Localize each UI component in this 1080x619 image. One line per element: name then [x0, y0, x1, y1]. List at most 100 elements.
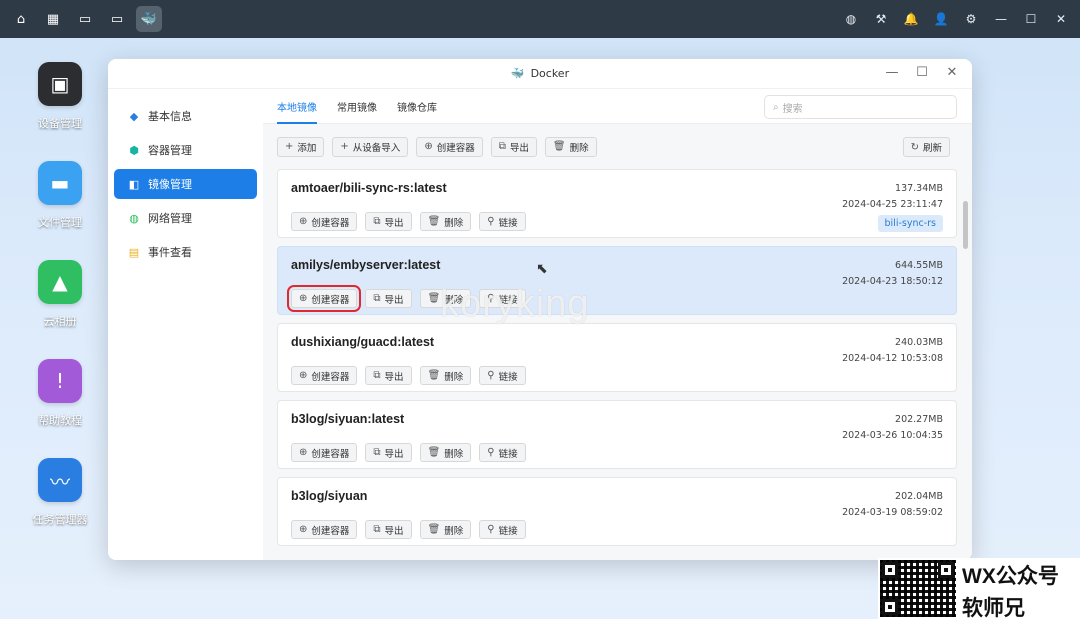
export-button[interactable]: ⧉ 导出 [365, 366, 412, 385]
delete-button[interactable]: 🗑 删除 [419, 520, 472, 539]
minimize-icon[interactable]: — [990, 8, 1012, 30]
export-icon: ⧉ [373, 370, 381, 381]
export-icon: ⧉ [373, 216, 381, 227]
tab-image-registry[interactable]: 镜像仓库 [397, 89, 437, 124]
export-button[interactable]: ⧉ 导出 [365, 443, 412, 462]
apps-grid-icon[interactable]: ▦ [40, 6, 66, 32]
sidebar-item-network[interactable]: ◍ 网络管理 [114, 203, 257, 233]
export-button[interactable]: ⧉ 导出 [365, 289, 412, 308]
image-icon: ◧ [128, 177, 140, 191]
desktop-item-file-manager[interactable]: ▬ 文件管理 [20, 161, 100, 260]
create-container-button[interactable]: ⊕ 创建容器 [286, 285, 362, 312]
trash-icon: 🗑 [427, 293, 441, 304]
add-button[interactable]: + 添加 [277, 136, 325, 157]
list-item[interactable]: amilys/embyserver:latest ⊕ 创建容器 ⧉ 导出 🗑 删除 ⚲… [277, 246, 957, 315]
device-icon: ▣ [38, 62, 82, 106]
create-container-button[interactable]: ⊕ 创建容器 [291, 366, 358, 385]
sidebar-item-label: 事件查看 [148, 246, 192, 259]
desktop-item-device-manager[interactable]: ▣ 设备管理 [20, 62, 100, 161]
maximize-icon[interactable]: ☐ [1020, 8, 1042, 30]
button-label: 导出 [509, 142, 529, 154]
settings-icon[interactable]: ⚙ [960, 8, 982, 30]
button-label: 创建容器 [311, 294, 350, 306]
create-container-button[interactable]: ⊕ 创建容器 [291, 212, 358, 231]
button-label: 从设备导入 [352, 142, 401, 154]
window-maximize-button[interactable]: ☐ [914, 65, 930, 80]
link-button[interactable]: ⚲ 链接 [479, 443, 526, 462]
button-label: 链接 [498, 217, 518, 229]
plus-icon: + [340, 141, 349, 152]
create-container-button[interactable]: ⊕ 创建容器 [416, 136, 483, 157]
link-icon: ⚲ [487, 447, 495, 458]
list-item[interactable]: b3log/siyuan ⊕ 创建容器 ⧉ 导出 🗑 删除 ⚲ 链接 202.04MB … [277, 477, 957, 546]
desktop-label: 帮助教程 [38, 414, 82, 427]
tools-icon[interactable]: ⚒ [870, 8, 892, 30]
delete-button[interactable]: 🗑 删除 [544, 136, 597, 157]
container-tag[interactable]: bili-sync-rs [877, 215, 943, 232]
window-icon[interactable]: ▭ [72, 6, 98, 32]
button-label: 链接 [498, 371, 518, 383]
scrollbar[interactable] [963, 201, 968, 249]
sidebar-item-images[interactable]: ◧ 镜像管理 [114, 169, 257, 199]
bell-icon[interactable]: 🔔 [900, 8, 922, 30]
import-from-device-button[interactable]: + 从设备导入 [332, 136, 409, 157]
window-icon[interactable]: ▭ [104, 6, 130, 32]
create-container-button[interactable]: ⊕ 创建容器 [291, 443, 358, 462]
user-icon[interactable]: 👤 [930, 8, 952, 30]
folder-icon: ▬ [38, 161, 82, 205]
export-button[interactable]: ⧉ 导出 [365, 520, 412, 539]
desktop-label: 设备管理 [38, 117, 82, 130]
docker-icon: ◆ [129, 109, 139, 123]
delete-button[interactable]: 🗑 删除 [419, 366, 472, 385]
image-size: 137.34MB [895, 183, 943, 194]
image-date: 2024-04-25 23:11:47 [842, 199, 943, 210]
sidebar-item-label: 镜像管理 [148, 178, 192, 191]
tab-common-images[interactable]: 常用镜像 [337, 89, 377, 124]
export-button[interactable]: ⧉ 导出 [490, 136, 537, 157]
close-icon[interactable]: ✕ [1050, 8, 1072, 30]
window-title: Docker [530, 67, 570, 80]
refresh-button[interactable]: ↻ 刷新 [902, 137, 950, 157]
sidebar-item-events[interactable]: ▤ 事件查看 [114, 237, 257, 267]
sidebar-item-containers[interactable]: ⬢ 容器管理 [114, 135, 257, 165]
create-container-button[interactable]: ⊕ 创建容器 [291, 520, 358, 539]
button-label: 导出 [384, 294, 404, 306]
sidebar-item-basic-info[interactable]: ◆ 基本信息 [114, 101, 257, 131]
main-panel: 本地镜像 常用镜像 镜像仓库 ⌕ 搜索 + 添加 + 从设备导入 ⊕ 创建容器 ⧉ 导出… [263, 89, 972, 560]
link-button[interactable]: ⚲ 链接 [479, 366, 526, 385]
export-button[interactable]: ⧉ 导出 [365, 212, 412, 231]
list-item[interactable]: dushixiang/guacd:latest ⊕ 创建容器 ⧉ 导出 🗑 删除 ⚲ 链… [277, 323, 957, 392]
search-input[interactable]: ⌕ 搜索 [764, 95, 957, 119]
mouse-cursor-icon: ⬉ [536, 261, 548, 277]
window-titlebar[interactable]: 🐳 Docker — ☐ ✕ [108, 59, 972, 89]
delete-button[interactable]: 🗑 删除 [419, 212, 472, 231]
plus-circle-icon: ⊕ [299, 524, 308, 535]
export-icon: ⧉ [498, 141, 506, 152]
tab-local-images[interactable]: 本地镜像 [277, 89, 317, 124]
sidebar-item-label: 容器管理 [148, 144, 192, 157]
badge-title: WX公众号 [962, 565, 1059, 588]
delete-button[interactable]: 🗑 删除 [419, 443, 472, 462]
link-button[interactable]: ⚲ 链接 [479, 520, 526, 539]
button-label: 创建容器 [311, 448, 350, 460]
link-button[interactable]: ⚲ 链接 [479, 212, 526, 231]
button-label: 删除 [444, 448, 464, 460]
badge-subtitle: 软师兄 [962, 597, 1025, 619]
button-label: 创建容器 [311, 525, 350, 537]
window-minimize-button[interactable]: — [884, 65, 900, 80]
desktop-item-photos[interactable]: ▲ 云相册 [20, 260, 100, 359]
docker-icon[interactable]: 🐳 [136, 6, 162, 32]
desktop-item-task-manager[interactable]: 〰 任务管理器 [20, 458, 100, 557]
button-label: 创建容器 [436, 142, 475, 154]
button-label: 导出 [384, 371, 404, 383]
image-size: 240.03MB [895, 337, 943, 348]
home-icon[interactable]: ⌂ [8, 6, 34, 32]
window-close-button[interactable]: ✕ [944, 65, 960, 80]
list-item[interactable]: amtoaer/bili-sync-rs:latest ⊕ 创建容器 ⧉ 导出 🗑 删… [277, 169, 957, 238]
export-icon: ⧉ [373, 293, 381, 304]
sidebar-item-label: 基本信息 [148, 110, 192, 123]
list-item[interactable]: b3log/siyuan:latest ⊕ 创建容器 ⧉ 导出 🗑 删除 ⚲ 链接 20… [277, 400, 957, 469]
globe-icon[interactable]: ◍ [840, 8, 862, 30]
trash-icon: 🗑 [427, 447, 441, 458]
desktop-item-help[interactable]: ! 帮助教程 [20, 359, 100, 458]
